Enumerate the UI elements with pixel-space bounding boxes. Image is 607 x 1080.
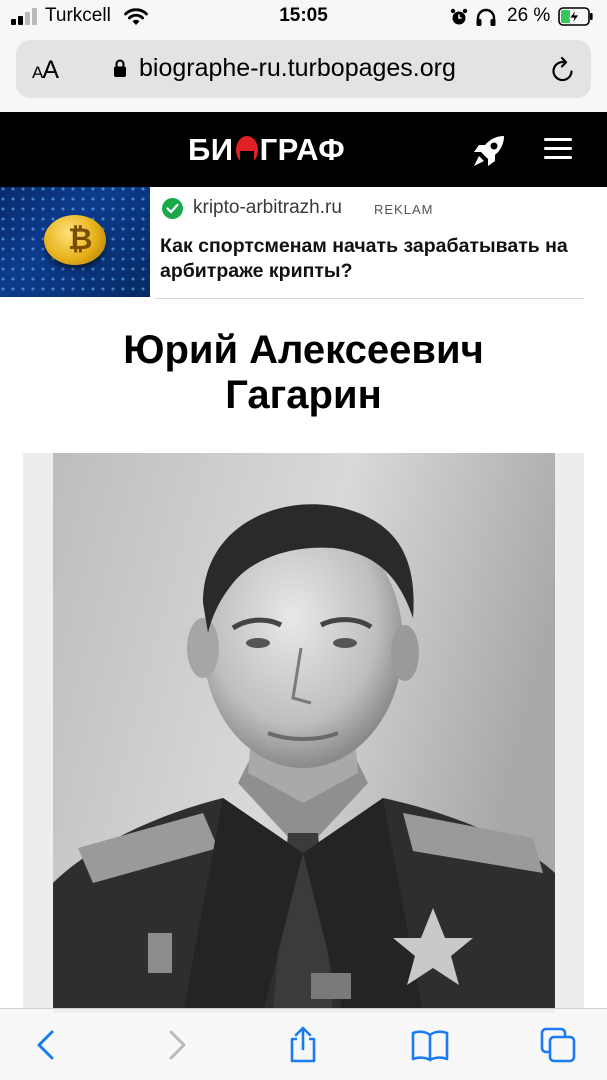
battery-charging-icon <box>558 7 593 26</box>
menu-icon[interactable] <box>544 138 572 160</box>
portrait-frame <box>23 453 584 1013</box>
site-logo[interactable]: БИ ГРАФ <box>188 132 345 167</box>
browser-address-area: AA biographe-ru.turbopages.org <box>0 34 607 112</box>
coin-symbol-icon: ₿ <box>68 223 93 256</box>
ad-image[interactable]: ₿ <box>0 187 150 297</box>
portrait-photo[interactable] <box>53 453 555 1013</box>
logo-mark <box>235 135 259 165</box>
back-icon[interactable] <box>28 1025 68 1065</box>
tabs-icon[interactable] <box>538 1025 578 1065</box>
rocket-icon[interactable] <box>470 132 508 170</box>
bookmarks-icon[interactable] <box>410 1025 450 1065</box>
address-bar[interactable]: AA biographe-ru.turbopages.org <box>16 40 591 98</box>
headphones-icon <box>476 8 496 26</box>
lock-icon <box>114 59 126 77</box>
screen: Turkcell 15:05 26 % AA biographe-ru.turb… <box>0 0 607 1080</box>
site-header: БИ ГРАФ <box>0 112 607 187</box>
divider <box>155 298 584 299</box>
url-text[interactable]: biographe-ru.turbopages.org <box>139 54 456 83</box>
browser-toolbar <box>0 1008 607 1080</box>
reload-icon[interactable] <box>550 56 576 84</box>
article-title: Юрий Алексеевич Гагарин <box>123 328 484 417</box>
ad-label: REKLAM <box>374 202 434 217</box>
status-bar: Turkcell 15:05 26 % <box>0 0 607 34</box>
ad-banner[interactable]: ₿ kripto-arbitrazh.ru REKLAM Как спортсм… <box>0 187 607 300</box>
text-size-button[interactable]: AA <box>32 56 59 85</box>
share-icon[interactable] <box>283 1025 323 1065</box>
forward-icon[interactable] <box>157 1025 197 1065</box>
battery-percentage: 26 % <box>507 5 551 26</box>
ad-domain[interactable]: kripto-arbitrazh.ru <box>193 197 342 219</box>
verified-check-icon <box>162 198 183 219</box>
ad-headline[interactable]: Как спортсменам начать зарабатывать на а… <box>160 234 590 284</box>
alarm-icon <box>450 8 468 25</box>
